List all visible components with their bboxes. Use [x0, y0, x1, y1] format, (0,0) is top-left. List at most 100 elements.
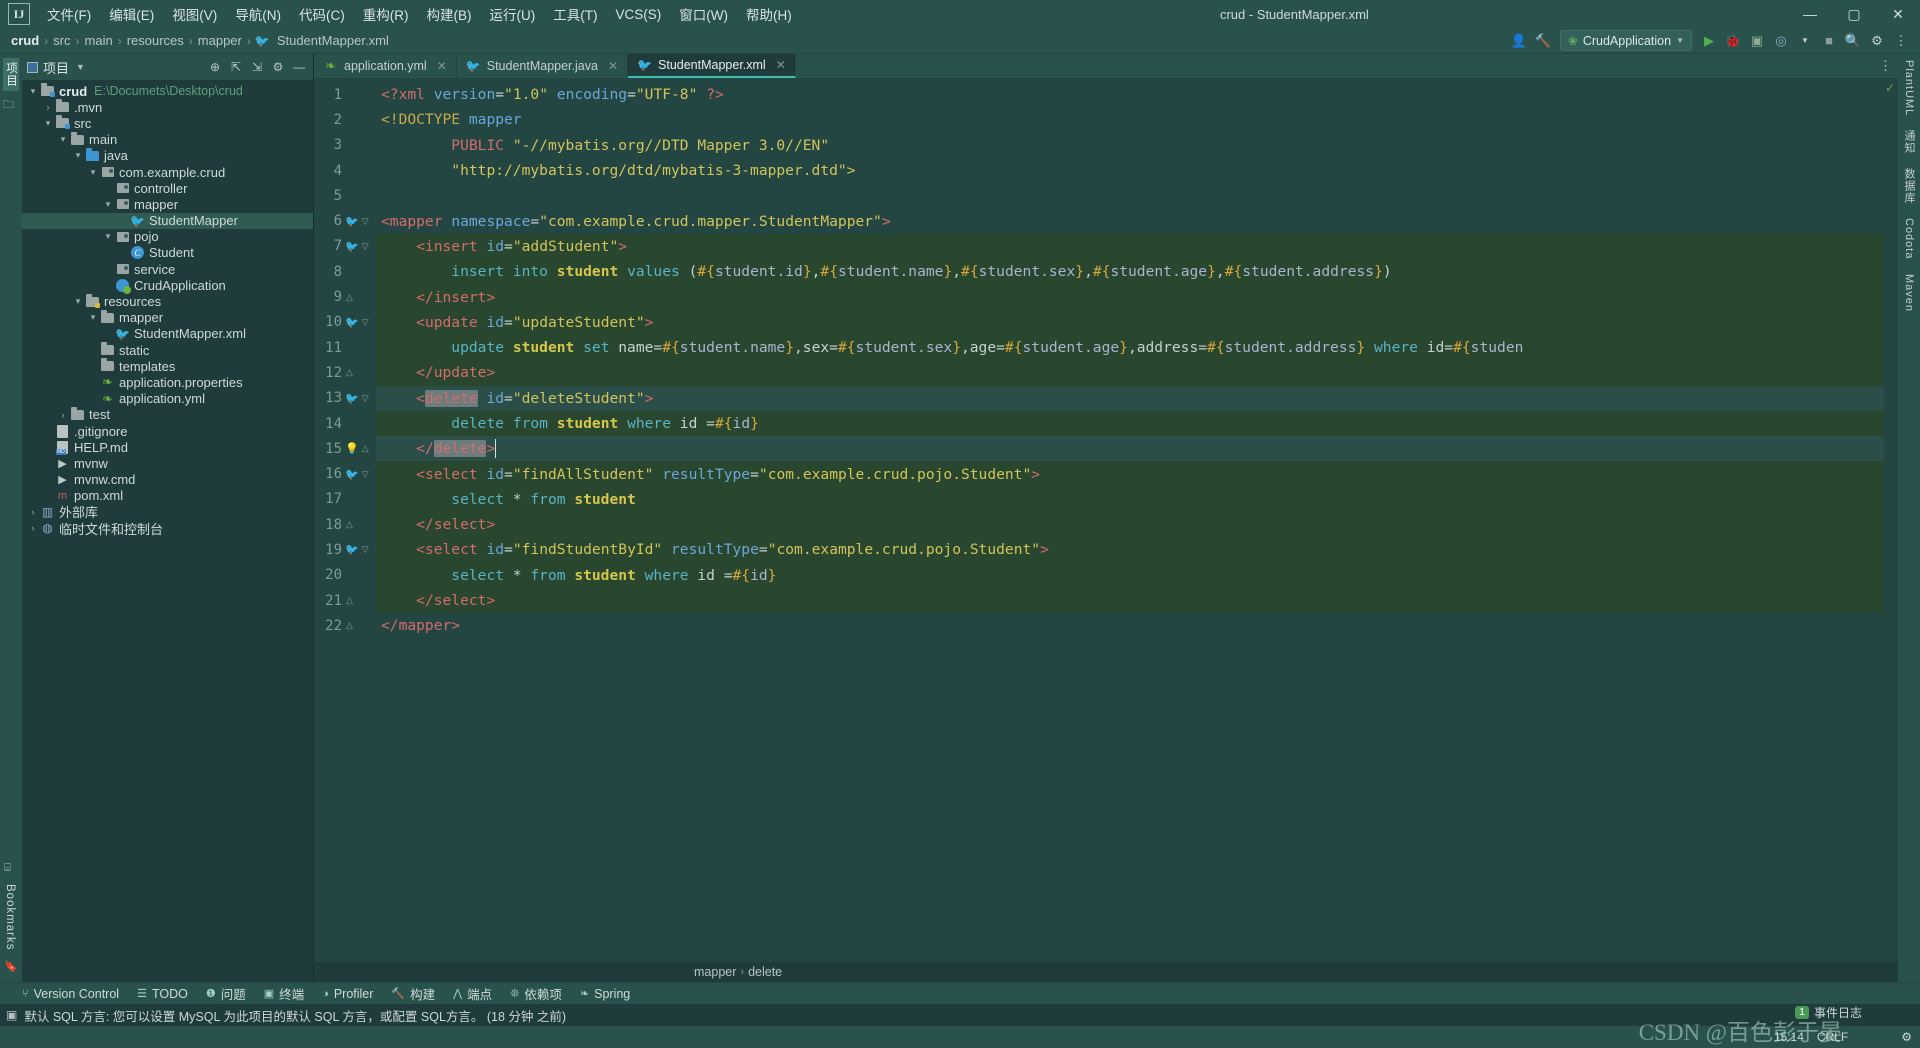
menu-run[interactable]: 运行(U): [481, 1, 545, 27]
editor-tab[interactable]: 🐦 StudentMapper.xml ✕: [628, 54, 796, 78]
tree-row[interactable]: 🐦 StudentMapper: [22, 212, 313, 229]
chevron-down-icon[interactable]: ▾: [86, 312, 100, 323]
tree-row[interactable]: ❧ application.yml: [22, 391, 313, 407]
fold-end-icon[interactable]: △: [345, 595, 354, 606]
gutter-line[interactable]: 9 △: [314, 284, 376, 309]
mybatis-statement-icon[interactable]: 🐦: [345, 240, 359, 253]
mybatis-statement-icon[interactable]: 🐦: [345, 316, 359, 329]
chevron-down-icon[interactable]: ▾: [86, 167, 100, 178]
mybatis-statement-icon[interactable]: 🐦: [345, 392, 359, 405]
settings-gear-icon[interactable]: ⚙: [269, 58, 287, 76]
tree-row[interactable]: › .mvn: [22, 99, 313, 115]
code-line[interactable]: select * from student: [376, 486, 1884, 513]
code-line[interactable]: <insert id = "addStudent" >: [376, 233, 1884, 260]
chevron-right-icon[interactable]: ›: [41, 102, 55, 112]
tree-row[interactable]: ▾ java: [22, 147, 313, 164]
code-line[interactable]: <select id = "findAllStudent" resultType = "…: [376, 461, 1884, 487]
menu-navigate[interactable]: 导航(N): [226, 1, 290, 27]
rail-item-codota[interactable]: Codota: [1903, 218, 1915, 259]
breadcrumb-src[interactable]: src: [50, 33, 73, 48]
tree-row[interactable]: ▾ crud E:\Documets\Desktop\crud: [22, 83, 313, 99]
run-configuration-selector[interactable]: ❀ CrudApplication ▼: [1559, 30, 1692, 51]
tool-window-bar[interactable]: ⑂ Version Control ☰ TODO ❶ 问题 ▣ 终端 ◑ Profiler 🔨 构建 ⋀…: [0, 982, 1920, 1004]
editor-breadcrumb-delete[interactable]: delete: [748, 965, 782, 979]
fold-collapse-icon[interactable]: ▽: [361, 241, 370, 252]
tree-row[interactable]: ▾ main: [22, 131, 313, 148]
minimize-button[interactable]: —: [1788, 0, 1832, 28]
more-options-icon[interactable]: ⋮: [1890, 30, 1912, 52]
tree-row[interactable]: m pom.xml: [22, 488, 313, 504]
rail-item-notifications[interactable]: 通知: [1901, 130, 1917, 154]
tree-row[interactable]: ▾ com.example.crud: [22, 164, 313, 180]
tool-window-button[interactable]: ❊ 依赖项: [510, 984, 562, 1003]
editor-tab[interactable]: ❧ application.yml ✕: [314, 54, 457, 78]
tree-row[interactable]: static: [22, 342, 313, 358]
rail-item-maven[interactable]: Maven: [1903, 274, 1915, 312]
tool-window-button[interactable]: ❧ Spring: [580, 987, 630, 1001]
tool-window-button[interactable]: ☰ TODO: [137, 987, 188, 1001]
gutter-line[interactable]: 14: [314, 411, 376, 436]
tree-row[interactable]: ▶ mvnw.cmd: [22, 472, 313, 488]
editor-breadcrumb-mapper[interactable]: mapper: [694, 965, 736, 979]
coverage-icon[interactable]: ▣: [1746, 30, 1768, 52]
code-line[interactable]: </insert>: [376, 284, 1884, 310]
tool-window-button[interactable]: ◑ Profiler: [322, 987, 373, 1001]
user-icon[interactable]: 👤: [1508, 30, 1530, 52]
fold-end-icon[interactable]: △: [345, 292, 354, 303]
tree-row[interactable]: controller: [22, 180, 313, 196]
breadcrumb-mapper[interactable]: mapper: [195, 33, 245, 48]
tool-window-button[interactable]: ❶ 问题: [206, 984, 246, 1003]
menu-code[interactable]: 代码(C): [290, 1, 354, 27]
tree-row[interactable]: 🐦 StudentMapper.xml: [22, 326, 313, 342]
tree-row[interactable]: HELP.md: [22, 439, 313, 455]
gutter-line[interactable]: 16 🐦 ▽: [314, 461, 376, 486]
breadcrumb-crud[interactable]: crud: [8, 33, 42, 48]
gutter-line[interactable]: 11: [314, 335, 376, 360]
tree-row[interactable]: › ◍ 临时文件和控制台: [22, 520, 313, 537]
gutter-line[interactable]: 8: [314, 259, 376, 284]
tree-row[interactable]: ▾ pojo: [22, 229, 313, 245]
hide-panel-icon[interactable]: —: [290, 58, 308, 76]
close-tab-icon[interactable]: ✕: [608, 59, 618, 73]
menu-refactor[interactable]: 重构(R): [354, 1, 418, 27]
gutter-line[interactable]: 17: [314, 487, 376, 512]
intention-bulb-icon[interactable]: 💡: [345, 442, 359, 455]
debug-icon[interactable]: 🐞: [1722, 30, 1744, 52]
chevron-down-icon[interactable]: ▾: [71, 296, 85, 307]
tool-window-button[interactable]: ▣ 终端: [264, 984, 304, 1003]
chevron-down-icon[interactable]: ▼: [1794, 30, 1816, 52]
structure-icon[interactable]: ⌸: [4, 862, 18, 875]
fold-end-icon[interactable]: △: [345, 519, 354, 530]
fold-end-icon[interactable]: △: [345, 367, 354, 378]
settings-gear-icon[interactable]: ⚙: [1901, 1030, 1912, 1044]
gutter-line[interactable]: 7 🐦 ▽: [314, 234, 376, 259]
rail-item-database[interactable]: 数据库: [1901, 168, 1917, 204]
profile-icon[interactable]: ◎: [1770, 30, 1792, 52]
editor-tab[interactable]: 🐦 StudentMapper.java ✕: [457, 54, 629, 78]
breadcrumb-main[interactable]: main: [82, 33, 116, 48]
chevron-right-icon[interactable]: ›: [56, 410, 70, 420]
inspection-ok-icon[interactable]: ✓: [1885, 81, 1895, 95]
breadcrumb-resources[interactable]: resources: [124, 33, 187, 48]
gutter-line[interactable]: 22 △: [314, 613, 376, 638]
mybatis-statement-icon[interactable]: 🐦: [345, 543, 359, 556]
tool-window-button[interactable]: ⋀ 端点: [453, 984, 492, 1003]
code-line[interactable]: update student set name= #{student.name},…: [376, 334, 1884, 361]
tree-row[interactable]: ▾ mapper: [22, 309, 313, 326]
code-line[interactable]: <update id = "updateStudent" >: [376, 309, 1884, 335]
tree-row[interactable]: ▾ src: [22, 115, 313, 131]
gutter-line[interactable]: 18 △: [314, 512, 376, 537]
gutter-line[interactable]: 10 🐦 ▽: [314, 310, 376, 335]
menu-view[interactable]: 视图(V): [163, 1, 226, 27]
hammer-icon[interactable]: 🔨: [1532, 30, 1554, 52]
editor-gutter[interactable]: 1 2 3 4 5 6 🐦 ▽ 7 🐦 ▽ 8 9 △ 10 🐦 ▽ 11 12 △ 13 🐦 ▽ 14 15 💡 △ 16 🐦 ▽ 17 1…: [314, 78, 376, 962]
gutter-line[interactable]: 12 △: [314, 360, 376, 385]
menu-window[interactable]: 窗口(W): [670, 1, 737, 27]
chevron-down-icon[interactable]: ▾: [71, 150, 85, 161]
gutter-line[interactable]: 2: [314, 107, 376, 132]
code-editor[interactable]: 1 2 3 4 5 6 🐦 ▽ 7 🐦 ▽ 8 9 △ 10 🐦 ▽ 11 12 △ 13 🐦 ▽ 14 15 💡 △ 16 🐦 ▽ 17 1…: [314, 78, 1898, 962]
bookmark-icon[interactable]: 🔖: [4, 960, 18, 973]
code-line[interactable]: </select>: [376, 587, 1884, 614]
menu-build[interactable]: 构建(B): [418, 1, 481, 27]
folder-icon[interactable]: 🗀: [3, 96, 19, 115]
